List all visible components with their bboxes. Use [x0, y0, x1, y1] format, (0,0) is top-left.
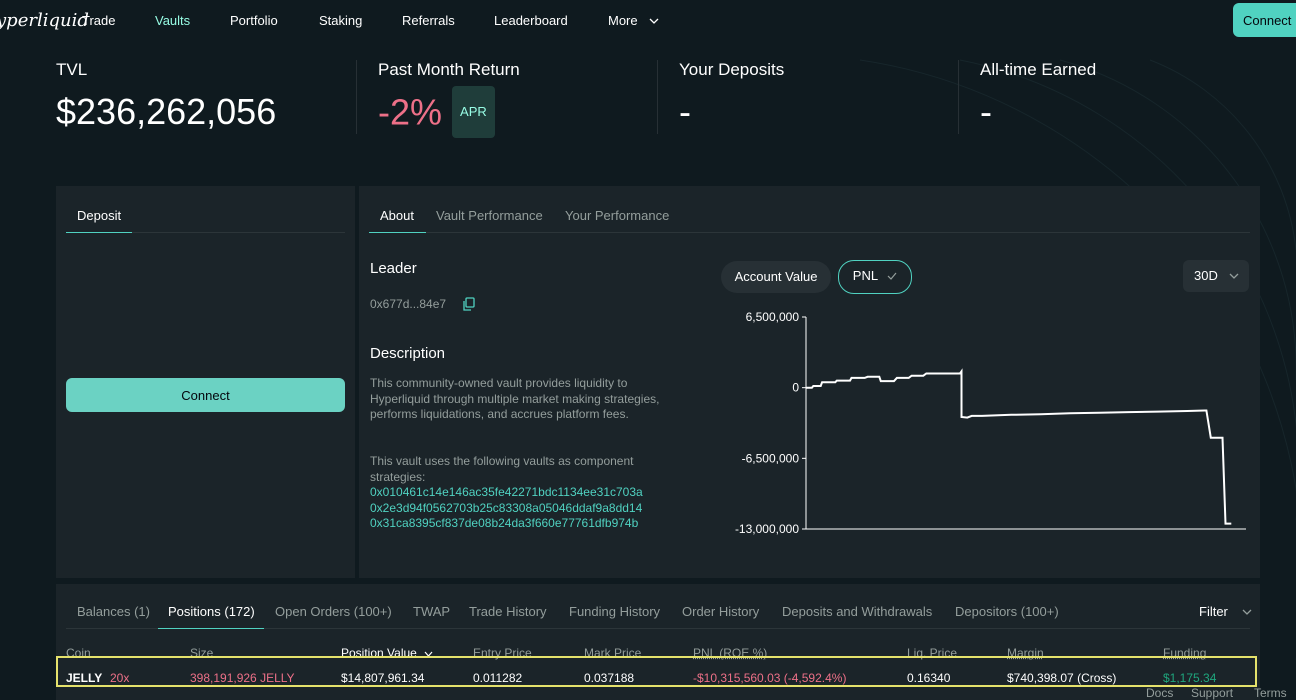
filter-label: Filter	[1199, 604, 1228, 619]
description-title: Description	[370, 345, 445, 362]
return-stat: Past Month Return -2% APR	[378, 60, 520, 138]
stat-divider	[657, 60, 658, 134]
tab-open-orders[interactable]: Open Orders (100+)	[275, 604, 392, 619]
filter-dropdown[interactable]: Filter	[1199, 604, 1252, 619]
nav-connect-button[interactable]: Connect	[1233, 3, 1296, 37]
range-select[interactable]: 30D	[1183, 260, 1249, 292]
tab-about[interactable]: About	[380, 208, 414, 223]
cell-leverage: 20x	[110, 671, 129, 685]
deposit-connect-button[interactable]: Connect	[66, 378, 345, 412]
tvl-value: $236,262,056	[56, 92, 276, 132]
divider	[426, 232, 1250, 233]
earned-stat: All-time Earned -	[980, 60, 1096, 132]
y-tick-label: -6,500,000	[742, 451, 800, 465]
cell-margin: $740,398.07 (Cross)	[1007, 671, 1116, 685]
chevron-down-icon	[649, 18, 659, 25]
tab-trade-history[interactable]: Trade History	[469, 604, 547, 619]
cell-liq-price: 0.16340	[907, 671, 950, 685]
nav-staking[interactable]: Staking	[319, 13, 362, 28]
chevron-down-icon	[1229, 273, 1239, 280]
leader-address: 0x677d...84e7	[370, 297, 446, 311]
tab-deposits-withdrawals[interactable]: Deposits and Withdrawals	[782, 604, 932, 619]
tvl-stat: TVL $236,262,056	[56, 60, 276, 132]
tab-about-underline	[369, 232, 426, 233]
chevron-down-icon	[1242, 609, 1252, 616]
deposits-label: Your Deposits	[679, 60, 784, 80]
stat-divider	[356, 60, 357, 134]
nav-portfolio[interactable]: Portfolio	[230, 13, 278, 28]
pnl-toggle[interactable]: PNL	[838, 260, 912, 294]
pnl-series-line	[806, 371, 1231, 523]
apr-badge[interactable]: APR	[452, 86, 495, 138]
deposits-stat: Your Deposits -	[679, 60, 784, 132]
footer-support-link[interactable]: Support	[1191, 686, 1233, 700]
components-text: This vault uses the following vaults as …	[370, 454, 680, 485]
tab-twap[interactable]: TWAP	[413, 604, 450, 619]
top-nav: yperliquid Trade Vaults Portfolio Stakin…	[0, 0, 1296, 42]
component-vault-link[interactable]: 0x2e3d94f0562703b25c83308a05046ddaf9a8dd…	[370, 501, 642, 515]
tab-order-history[interactable]: Order History	[682, 604, 759, 619]
tab-positions[interactable]: Positions (172)	[168, 604, 255, 619]
return-label: Past Month Return	[378, 60, 520, 80]
return-value: -2%	[378, 92, 442, 133]
cell-funding: $1,175.34	[1163, 671, 1216, 685]
tvl-label: TVL	[56, 60, 276, 80]
nav-more-label: More	[608, 13, 638, 28]
leader-title: Leader	[370, 260, 417, 277]
earned-value: -	[980, 92, 1096, 132]
y-tick-label: -13,000,000	[735, 522, 799, 536]
return-value-row: -2% APR	[378, 92, 520, 138]
y-tick-label: 6,500,000	[746, 310, 800, 324]
tab-deposit[interactable]: Deposit	[77, 208, 121, 223]
cell-entry-price: 0.011282	[473, 671, 522, 685]
copy-icon[interactable]	[462, 297, 476, 311]
divider	[66, 628, 158, 629]
divider	[132, 232, 345, 233]
earned-label: All-time Earned	[980, 60, 1096, 80]
tab-positions-underline	[158, 628, 264, 629]
cell-position-value: $14,807,961.34	[341, 671, 424, 685]
cell-coin[interactable]: JELLY	[66, 671, 102, 685]
cell-mark-price: 0.037188	[584, 671, 634, 685]
deposits-value: -	[679, 92, 784, 132]
pnl-toggle-label: PNL	[853, 268, 878, 283]
nav-trade[interactable]: Trade	[82, 13, 115, 28]
cell-size: 398,191,926 JELLY	[190, 671, 295, 685]
y-tick-label: 0	[792, 381, 799, 395]
stat-divider	[958, 60, 959, 134]
tab-funding-history[interactable]: Funding History	[569, 604, 660, 619]
nav-more[interactable]: More	[608, 13, 659, 28]
check-icon	[887, 272, 897, 280]
description-text: This community-owned vault provides liqu…	[370, 376, 680, 423]
tab-vault-performance[interactable]: Vault Performance	[436, 208, 543, 223]
component-vault-link[interactable]: 0x010461c14e146ac35fe42271bdc1134ee31c70…	[370, 485, 643, 499]
component-vault-link[interactable]: 0x31ca8395cf837de08b24da3f660e77761dfb97…	[370, 516, 638, 530]
logo[interactable]: yperliquid	[0, 10, 89, 31]
account-value-toggle[interactable]: Account Value	[721, 261, 831, 293]
tab-your-performance[interactable]: Your Performance	[565, 208, 669, 223]
footer-docs-link[interactable]: Docs	[1146, 686, 1173, 700]
tab-depositors[interactable]: Depositors (100+)	[955, 604, 1059, 619]
nav-vaults[interactable]: Vaults	[155, 13, 190, 28]
cell-pnl: -$10,315,560.03 (-4,592.4%)	[693, 671, 846, 685]
divider	[264, 628, 1250, 629]
tab-balances[interactable]: Balances (1)	[77, 604, 150, 619]
footer-terms-link[interactable]: Terms	[1254, 686, 1287, 700]
pnl-chart: 6,500,000 0 -6,500,000 -13,000,000	[720, 300, 1250, 540]
range-select-value: 30D	[1194, 268, 1218, 283]
nav-leaderboard[interactable]: Leaderboard	[494, 13, 568, 28]
tab-deposit-underline	[66, 232, 132, 233]
nav-referrals[interactable]: Referrals	[402, 13, 455, 28]
